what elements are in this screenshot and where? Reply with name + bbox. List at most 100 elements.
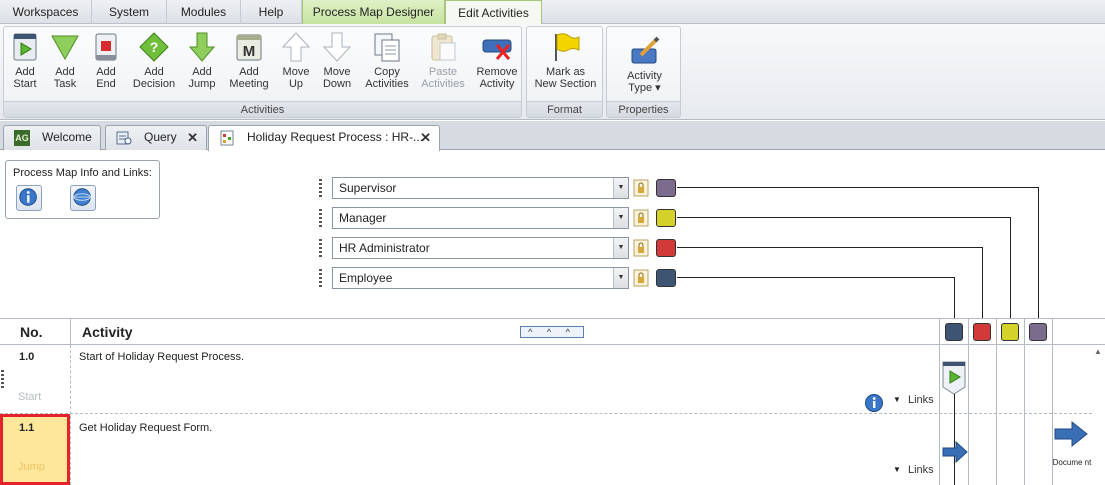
lock-icon[interactable] [633, 238, 649, 258]
jump-arrow-icon[interactable] [942, 440, 968, 464]
drag-handle-icon[interactable] [319, 269, 322, 287]
chevron-down-icon[interactable]: ▼ [613, 208, 628, 228]
copy-activities-button[interactable]: Copy Activities [362, 31, 412, 99]
process-map-icon [220, 130, 234, 146]
scroll-up-icon[interactable]: ▲ [1094, 347, 1102, 356]
role-select-supervisor[interactable]: Supervisor ▼ [332, 177, 629, 199]
paste-icon [431, 33, 456, 61]
add-decision-button[interactable]: ? Add Decision [131, 31, 177, 99]
remove-activity-button[interactable]: Remove Activity [473, 31, 521, 99]
role-color-swatch-employee[interactable] [656, 269, 676, 287]
role-connector-line [1010, 217, 1011, 318]
globe-link-icon [73, 188, 91, 206]
activity-type-button[interactable]: Activity Type ▾ [609, 35, 680, 103]
move-up-button[interactable]: Move Up [273, 31, 319, 99]
flag-icon [554, 33, 579, 61]
column-header-no: No. [20, 324, 43, 340]
role-connector-line [677, 217, 1011, 218]
role-connector-line [982, 247, 983, 318]
move-down-button[interactable]: Move Down [314, 31, 360, 99]
add-start-icon [13, 33, 37, 61]
menu-tab-system[interactable]: System [92, 0, 167, 24]
role-select-manager[interactable]: Manager ▼ [332, 207, 629, 229]
row-activity-type: Jump [18, 461, 45, 473]
add-jump-button[interactable]: Add Jump [179, 31, 225, 99]
close-icon[interactable]: ✕ [187, 126, 198, 149]
vertical-scrollbar[interactable]: ▲ [1092, 345, 1105, 485]
row-number: 1.1 [19, 422, 35, 434]
jump-arrow-icon [1054, 420, 1088, 448]
tab-query[interactable]: Query ✕ [105, 125, 207, 150]
info-button[interactable] [16, 185, 42, 211]
row-description[interactable]: Get Holiday Request Form. [79, 422, 212, 434]
tab-welcome[interactable]: AG Welcome [3, 125, 101, 150]
svg-text:?: ? [150, 39, 159, 55]
row-description[interactable]: Start of Holiday Request Process. [79, 351, 244, 363]
ribbon-group-label-format: Format [527, 101, 602, 117]
ribbon-group-format: Mark as New Section Format [526, 26, 603, 118]
links-dropdown-icon[interactable]: ▼ [893, 395, 901, 404]
ribbon-group-label-properties: Properties [607, 101, 680, 117]
collapse-rows-button[interactable]: ^ ^ ^ [520, 326, 584, 338]
links-button[interactable]: Links [908, 394, 934, 406]
lane-divider [968, 318, 969, 485]
menu-bar: Workspaces System Modules Help Process M… [0, 0, 1105, 25]
lane-header-hr-administrator[interactable] [973, 323, 991, 341]
remove-icon [482, 39, 512, 60]
start-symbol-icon[interactable] [941, 360, 967, 396]
column-header-activity: Activity [82, 324, 133, 340]
pencil-icon [631, 36, 659, 64]
info-icon[interactable] [864, 393, 884, 413]
process-map-info-panel: Process Map Info and Links: [5, 160, 160, 219]
menu-tab-edit-activities[interactable]: Edit Activities [445, 0, 542, 25]
table-row[interactable]: 1.1 Get Holiday Request Form. Jump ▼ Lin… [0, 414, 940, 485]
drag-handle-icon[interactable] [1, 370, 4, 388]
lane-divider [996, 318, 997, 485]
lock-icon[interactable] [633, 208, 649, 228]
lane-header-employee[interactable] [945, 323, 963, 341]
add-task-icon [51, 35, 79, 61]
role-color-swatch-hr-administrator[interactable] [656, 239, 676, 257]
mark-as-new-section-button[interactable]: Mark as New Section [529, 31, 602, 99]
jump-target-label: Docume nt [1052, 458, 1092, 467]
lane-header-supervisor[interactable] [1029, 323, 1047, 341]
links-button[interactable] [70, 185, 96, 211]
role-connector-line [954, 277, 955, 318]
drag-handle-icon[interactable] [319, 179, 322, 197]
tab-holiday-request-process[interactable]: Holiday Request Process : HR-... ✕ [208, 125, 440, 151]
lock-icon[interactable] [633, 178, 649, 198]
role-color-swatch-manager[interactable] [656, 209, 676, 227]
add-decision-icon: ? [139, 32, 169, 62]
role-select-hr-administrator[interactable]: HR Administrator ▼ [332, 237, 629, 259]
row-activity-type: Start [18, 391, 42, 403]
jump-target-document[interactable]: Docume nt [1052, 418, 1092, 484]
row-number: 1.0 [19, 351, 35, 363]
menu-tab-help[interactable]: Help [241, 0, 302, 24]
lane-header-manager[interactable] [1001, 323, 1019, 341]
close-icon[interactable]: ✕ [420, 126, 431, 149]
menu-tab-modules[interactable]: Modules [167, 0, 241, 24]
links-dropdown-icon[interactable]: ▼ [893, 465, 901, 474]
links-button[interactable]: Links [908, 464, 934, 476]
move-up-icon [281, 32, 311, 62]
info-panel-title: Process Map Info and Links: [13, 167, 152, 179]
ag-logo-icon: AG [14, 130, 30, 146]
chevron-down-icon[interactable]: ▼ [613, 238, 628, 258]
lock-icon[interactable] [633, 268, 649, 288]
add-meeting-button[interactable]: M Add Meeting [226, 31, 272, 99]
drag-handle-icon[interactable] [319, 209, 322, 227]
drag-handle-icon[interactable] [319, 239, 322, 257]
ribbon-group-activities: Add Start Add Task Add End ? Add Decisio… [3, 26, 522, 118]
add-end-button[interactable]: Add End [83, 31, 129, 99]
add-task-button[interactable]: Add Task [42, 31, 88, 99]
chevron-down-icon[interactable]: ▼ [613, 268, 628, 288]
role-color-swatch-supervisor[interactable] [656, 179, 676, 197]
role-connector-line [1038, 187, 1039, 318]
add-jump-icon [188, 32, 216, 62]
table-row[interactable]: 1.0 Start of Holiday Request Process. St… [0, 345, 940, 414]
role-select-employee[interactable]: Employee ▼ [332, 267, 629, 289]
menu-tab-process-map-designer[interactable]: Process Map Designer [302, 0, 445, 24]
menu-tab-workspaces[interactable]: Workspaces [0, 0, 92, 24]
paste-activities-button[interactable]: Paste Activities [418, 31, 468, 99]
chevron-down-icon[interactable]: ▼ [613, 178, 628, 198]
